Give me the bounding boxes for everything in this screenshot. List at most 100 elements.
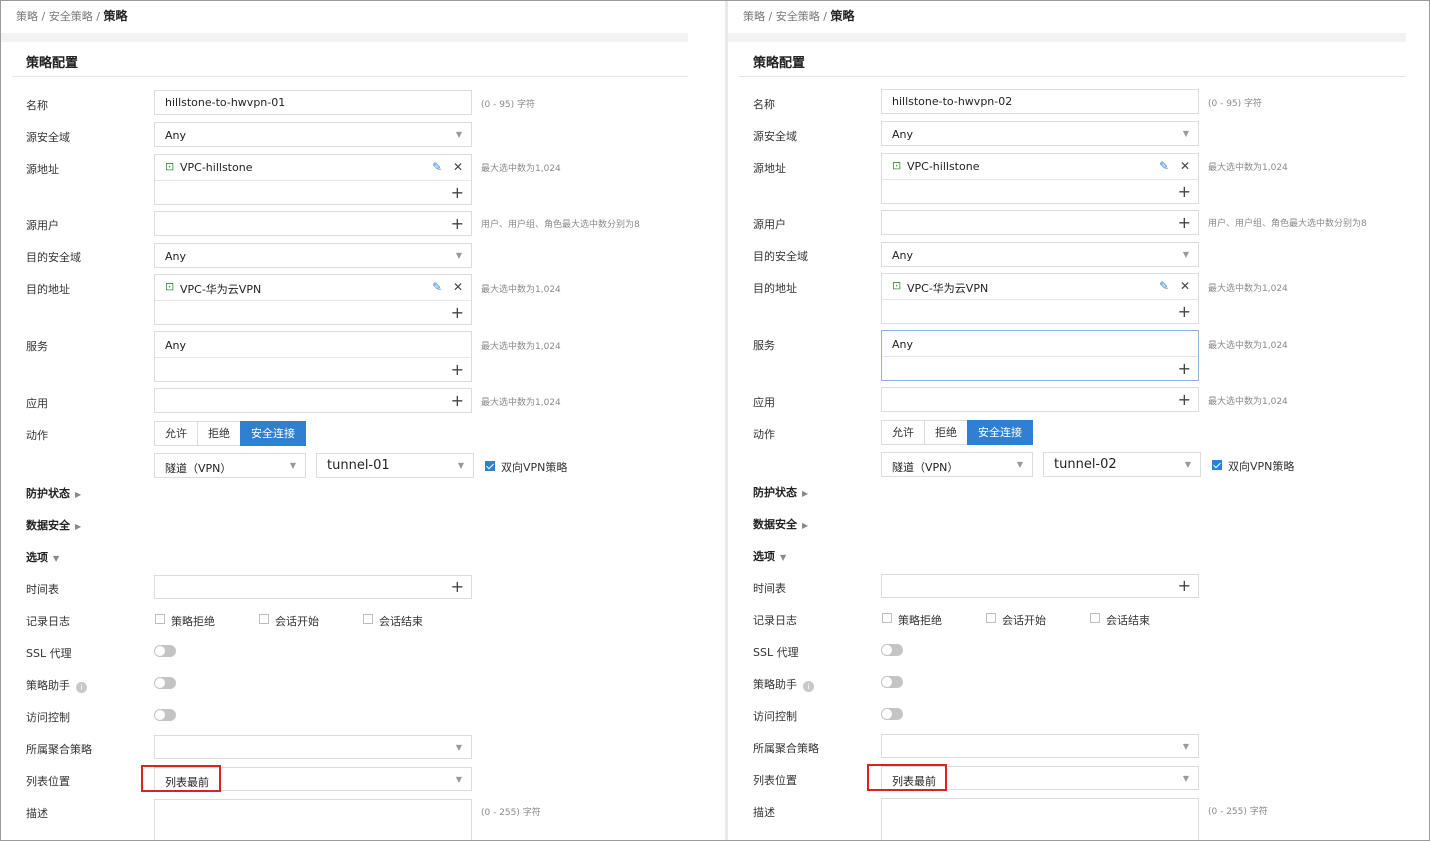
log-session-start-checkbox[interactable]: [986, 613, 996, 623]
description-textarea[interactable]: [154, 799, 472, 840]
info-icon[interactable]: i: [803, 681, 814, 692]
schedule-input[interactable]: +: [154, 575, 472, 599]
label-src-zone: 源安全域: [26, 131, 70, 144]
action-allow-button[interactable]: 允许: [881, 420, 925, 445]
dst-zone-select[interactable]: Any ▼: [154, 243, 472, 268]
policy-panel-left: 策略 / 安全策略 / 策略 策略配置 名称 hillstone-to-hwvp…: [1, 1, 725, 840]
label-name: 名称: [26, 99, 48, 112]
plus-icon[interactable]: +: [1178, 215, 1191, 231]
action-deny-button[interactable]: 拒绝: [197, 421, 241, 446]
breadcrumb-item-policy[interactable]: 策略: [743, 10, 765, 23]
plus-icon[interactable]: +: [1178, 578, 1191, 594]
plus-icon[interactable]: +: [1178, 304, 1191, 320]
dst-zone-value: Any: [165, 250, 187, 263]
label-src-addr: 源地址: [26, 163, 59, 176]
tunnel-select[interactable]: tunnel-02 ▼: [1043, 452, 1201, 477]
hint-max-dst-addr: 最大选中数为1,024: [481, 285, 561, 295]
src-zone-select[interactable]: Any ▼: [881, 121, 1199, 146]
action-allow-button[interactable]: 允许: [154, 421, 198, 446]
plus-icon[interactable]: +: [451, 185, 464, 201]
info-icon[interactable]: i: [76, 682, 87, 693]
log-deny-checkbox[interactable]: [155, 614, 165, 624]
log-session-end-label: 会话结束: [1106, 614, 1150, 627]
hint-user-limit: 用户、用户组、角色最大选中数分别为8: [1208, 219, 1367, 229]
assistant-toggle[interactable]: [154, 677, 176, 689]
schedule-input[interactable]: +: [881, 574, 1199, 598]
hint-max-app: 最大选中数为1,024: [481, 398, 561, 408]
name-input[interactable]: hillstone-to-hwvpn-01: [154, 90, 472, 115]
policy-panel-right: 策略 / 安全策略 / 策略 策略配置 名称 hillstone-to-hwvp…: [728, 1, 1429, 840]
caret-down-icon: ▼: [455, 251, 462, 260]
label-src-user: 源用户: [753, 218, 786, 231]
breadcrumb-item-policy[interactable]: 策略: [16, 10, 38, 23]
name-input[interactable]: hillstone-to-hwvpn-02: [881, 89, 1199, 114]
plus-icon[interactable]: +: [451, 216, 464, 232]
assistant-toggle[interactable]: [881, 676, 903, 688]
section-options[interactable]: 选项 ▼: [753, 548, 786, 564]
pencil-icon[interactable]: ✎: [1159, 279, 1169, 293]
plus-icon[interactable]: +: [451, 579, 464, 595]
src-user-input[interactable]: +: [154, 211, 472, 236]
close-icon[interactable]: ✕: [1180, 279, 1190, 293]
aggregate-select[interactable]: ▼: [154, 735, 472, 759]
plus-icon[interactable]: +: [451, 393, 464, 409]
app-input[interactable]: +: [881, 387, 1199, 412]
service-item: Any: [892, 338, 914, 351]
caret-down-icon: ▼: [53, 554, 60, 563]
section-data-security[interactable]: 数据安全 ▶: [26, 517, 81, 533]
tunnel-value: tunnel-01: [327, 458, 390, 473]
tunnel-type-select[interactable]: 隧道（VPN） ▼: [881, 452, 1033, 477]
access-control-toggle[interactable]: [154, 709, 176, 721]
pencil-icon[interactable]: ✎: [432, 160, 442, 174]
log-session-start-checkbox[interactable]: [259, 614, 269, 624]
label-position: 列表位置: [753, 774, 797, 787]
breadcrumb-item-security-policy[interactable]: 安全策略: [49, 10, 93, 23]
section-protect-status[interactable]: 防护状态 ▶: [753, 484, 808, 500]
pencil-icon[interactable]: ✎: [432, 280, 442, 294]
src-addr-item: VPC-hillstone: [907, 160, 980, 173]
list-separator: [155, 180, 471, 181]
hint-name-length: (0 - 95) 字符: [1208, 99, 1263, 109]
list-separator: [882, 179, 1198, 180]
action-deny-button[interactable]: 拒绝: [924, 420, 968, 445]
tunnel-select[interactable]: tunnel-01 ▼: [316, 453, 474, 478]
close-icon[interactable]: ✕: [453, 160, 463, 174]
plus-icon[interactable]: +: [1178, 392, 1191, 408]
tunnel-type-select[interactable]: 隧道（VPN） ▼: [154, 453, 306, 478]
log-deny-checkbox[interactable]: [882, 613, 892, 623]
hint-max-src-addr: 最大选中数为1,024: [1208, 163, 1288, 173]
caret-down-icon: ▼: [455, 775, 462, 784]
aggregate-select[interactable]: ▼: [881, 734, 1199, 758]
access-control-toggle[interactable]: [881, 708, 903, 720]
section-data-security[interactable]: 数据安全 ▶: [753, 516, 808, 532]
caret-down-icon: ▼: [455, 743, 462, 752]
plus-icon[interactable]: +: [451, 362, 464, 378]
bidir-vpn-checkbox[interactable]: [485, 461, 495, 471]
log-session-end-checkbox[interactable]: [363, 614, 373, 624]
ssl-proxy-toggle[interactable]: [154, 645, 176, 657]
caret-down-icon: ▼: [455, 130, 462, 139]
src-user-input[interactable]: +: [881, 210, 1199, 235]
close-icon[interactable]: ✕: [453, 280, 463, 294]
dst-zone-select[interactable]: Any ▼: [881, 242, 1199, 267]
card-title-divider: [12, 76, 688, 77]
breadcrumb-item-security-policy[interactable]: 安全策略: [776, 10, 820, 23]
app-input[interactable]: +: [154, 388, 472, 413]
section-protect-status[interactable]: 防护状态 ▶: [26, 485, 81, 501]
caret-down-icon: ▼: [289, 461, 296, 470]
plus-icon[interactable]: +: [1178, 361, 1191, 377]
description-textarea[interactable]: [881, 798, 1199, 840]
close-icon[interactable]: ✕: [1180, 159, 1190, 173]
src-zone-select[interactable]: Any ▼: [154, 122, 472, 147]
caret-down-icon: ▼: [457, 461, 464, 470]
ssl-proxy-toggle[interactable]: [881, 644, 903, 656]
plus-icon[interactable]: +: [1178, 184, 1191, 200]
label-dst-zone: 目的安全域: [26, 251, 81, 264]
pencil-icon[interactable]: ✎: [1159, 159, 1169, 173]
section-options[interactable]: 选项 ▼: [26, 549, 59, 565]
log-session-end-checkbox[interactable]: [1090, 613, 1100, 623]
bidir-vpn-checkbox[interactable]: [1212, 460, 1222, 470]
plus-icon[interactable]: +: [451, 305, 464, 321]
action-secure-connect-button[interactable]: 安全连接: [240, 421, 306, 446]
action-secure-connect-button[interactable]: 安全连接: [967, 420, 1033, 445]
